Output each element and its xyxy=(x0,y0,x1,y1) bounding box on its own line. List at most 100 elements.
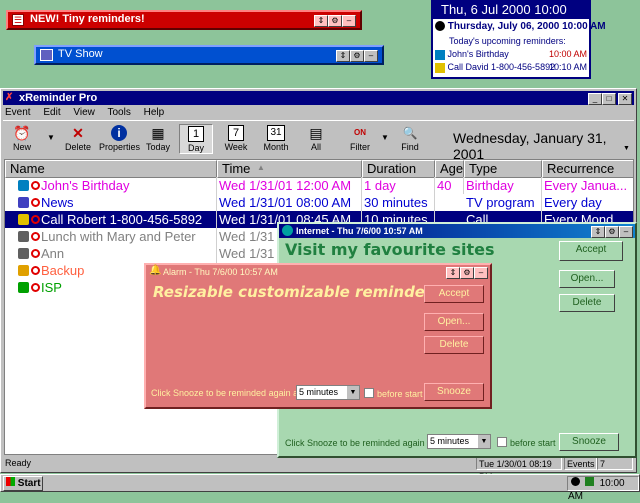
tray-network-icon[interactable] xyxy=(584,477,594,486)
status-events-label: Events xyxy=(564,457,597,470)
clock-icon xyxy=(435,21,445,32)
snooze-select[interactable]: 5 minutes ▼ xyxy=(427,434,491,449)
cell-text: Wed 1/31 xyxy=(219,229,275,244)
birthday-icon xyxy=(435,49,445,60)
phone-icon xyxy=(435,62,445,73)
find-button[interactable]: 🔍 Find xyxy=(393,124,427,154)
month-calendar-icon: 31 xyxy=(267,125,285,141)
column-age[interactable]: Age xyxy=(435,160,464,178)
app-title: xReminder Pro xyxy=(19,92,98,104)
start-button[interactable]: Start xyxy=(3,476,43,491)
snooze-value: 5 minutes xyxy=(299,387,339,397)
close-icon[interactable]: ✕ xyxy=(618,93,632,105)
filter-button[interactable]: ON Filter xyxy=(343,124,377,154)
cell-recurrence: Every Janua... xyxy=(542,177,633,194)
before-start-checkbox[interactable] xyxy=(364,388,374,398)
list-calendar-icon: ▤ xyxy=(309,125,323,141)
system-tray: 10:00 AM xyxy=(567,476,639,502)
delete-button[interactable]: Delete xyxy=(424,336,484,354)
day-button[interactable]: 1 Day xyxy=(179,124,213,154)
button-label: Today xyxy=(145,142,171,152)
menu-event[interactable]: Event xyxy=(5,107,31,118)
cell-text: Birthday xyxy=(466,178,514,193)
reminder-icon: ☰ xyxy=(12,14,24,26)
close-icon[interactable]: – xyxy=(342,15,356,27)
tray-clock-icon[interactable] xyxy=(571,477,580,486)
before-start-checkbox[interactable] xyxy=(497,437,507,447)
close-icon[interactable]: – xyxy=(619,226,633,238)
tiny-reminder-new[interactable]: ☰ NEW! Tiny reminders! ⇕ ⚙ – xyxy=(6,10,362,30)
calendar-icon: ▦ xyxy=(151,125,165,141)
chevron-down-icon[interactable]: ▼ xyxy=(623,145,630,152)
accept-button[interactable]: Accept xyxy=(559,241,623,261)
snooze-icon[interactable]: ⇕ xyxy=(336,50,350,62)
settings-icon[interactable]: ⚙ xyxy=(605,226,619,238)
alarm-titlebar: 🔔 Alarm - Thu 7/6/00 10:57 AM ⇕ ⚙ – xyxy=(146,265,490,279)
table-row[interactable]: John's Birthday Wed 1/31/01 12:00 AM 1 day… xyxy=(5,177,633,194)
delete-button[interactable]: ✕ Delete xyxy=(61,124,95,154)
status-bar: Ready Tue 1/30/01 08:19 PM Events 7 xyxy=(3,457,634,482)
cell-text: Backup xyxy=(41,263,85,278)
open-button[interactable]: Open... xyxy=(559,270,615,288)
button-label: New xyxy=(12,142,31,152)
week-button[interactable]: 7 Week xyxy=(219,124,253,154)
chevron-down-icon[interactable]: ▼ xyxy=(47,133,55,142)
snooze-icon[interactable]: ⇕ xyxy=(591,226,605,238)
upcoming-item[interactable]: John's Birthday 10:00 AM xyxy=(433,48,589,61)
cell-text: Call Robert 1-800-456-5892 xyxy=(41,212,203,227)
upcoming-item-label: Call David 1-800-456-5892 xyxy=(447,62,556,72)
accept-button[interactable]: Accept xyxy=(424,285,484,303)
column-duration[interactable]: Duration xyxy=(362,160,435,178)
settings-icon[interactable]: ⚙ xyxy=(460,267,474,279)
close-icon[interactable]: – xyxy=(364,50,378,62)
all-button[interactable]: ▤ All xyxy=(299,124,333,154)
minimize-icon[interactable]: _ xyxy=(588,93,602,105)
snooze-select[interactable]: 5 minutes ▼ xyxy=(296,385,360,400)
month-button[interactable]: 31 Month xyxy=(259,124,293,154)
snooze-label: Click Snooze to be reminded again after xyxy=(285,438,446,448)
reminder-title: NEW! Tiny reminders! xyxy=(30,13,145,25)
maximize-icon[interactable]: □ xyxy=(602,93,616,105)
button-label: Week xyxy=(224,142,248,152)
menu-view[interactable]: View xyxy=(73,107,95,118)
cell-time: Wed 1/31/01 12:00 AM xyxy=(217,177,362,194)
button-label: All xyxy=(310,142,321,152)
snooze-button[interactable]: Snooze xyxy=(559,433,619,451)
column-recurrence[interactable]: Recurrence xyxy=(542,160,633,178)
chevron-down-icon: ▼ xyxy=(478,435,490,448)
cell-time: Wed 1/31/01 08:00 AM xyxy=(217,194,362,211)
menu-edit[interactable]: Edit xyxy=(43,107,60,118)
upcoming-item[interactable]: Call David 1-800-456-5892 10:10 AM xyxy=(433,61,589,74)
app-titlebar: ✗ xReminder Pro _ □ ✕ xyxy=(3,91,634,105)
reminder-controls: ⇕ ⚙ – xyxy=(314,14,356,27)
settings-icon[interactable]: ⚙ xyxy=(350,50,364,62)
column-name[interactable]: Name xyxy=(5,160,217,178)
column-time[interactable]: Time xyxy=(217,160,362,178)
date-display[interactable]: Wednesday, January 31, 2001 xyxy=(453,130,634,162)
today-button[interactable]: ▦ Today xyxy=(141,124,175,154)
new-button[interactable]: ⏰ New xyxy=(5,124,39,154)
properties-button[interactable]: i Properties xyxy=(99,124,140,154)
snooze-icon[interactable]: ⇕ xyxy=(446,267,460,279)
settings-icon[interactable]: ⚙ xyxy=(328,15,342,27)
upcoming-item-label: John's Birthday xyxy=(447,49,509,59)
snooze-button[interactable]: Snooze xyxy=(424,383,484,401)
cell-text: News xyxy=(41,195,74,210)
cell-text: John's Birthday xyxy=(41,178,130,193)
cell-type: TV program xyxy=(464,194,542,211)
delete-button[interactable]: Delete xyxy=(559,294,615,312)
chevron-down-icon[interactable]: ▼ xyxy=(381,133,389,142)
snooze-icon[interactable]: ⇕ xyxy=(314,15,328,27)
button-label: Month xyxy=(263,142,289,152)
cell-duration: 1 day xyxy=(362,177,435,194)
column-type[interactable]: Type xyxy=(464,160,542,178)
menu-tools[interactable]: Tools xyxy=(107,107,130,118)
close-icon[interactable]: – xyxy=(474,267,488,279)
recurring-icon xyxy=(31,249,40,258)
menu-help[interactable]: Help xyxy=(144,107,165,118)
open-button[interactable]: Open... xyxy=(424,313,484,331)
day-calendar-icon: 1 xyxy=(188,126,204,142)
tiny-reminder-tv[interactable]: TV Show ⇕ ⚙ – xyxy=(34,45,384,65)
table-row[interactable]: News Wed 1/31/01 08:00 AM 30 minutes TV pro… xyxy=(5,194,633,211)
search-icon: 🔍 xyxy=(402,126,418,140)
